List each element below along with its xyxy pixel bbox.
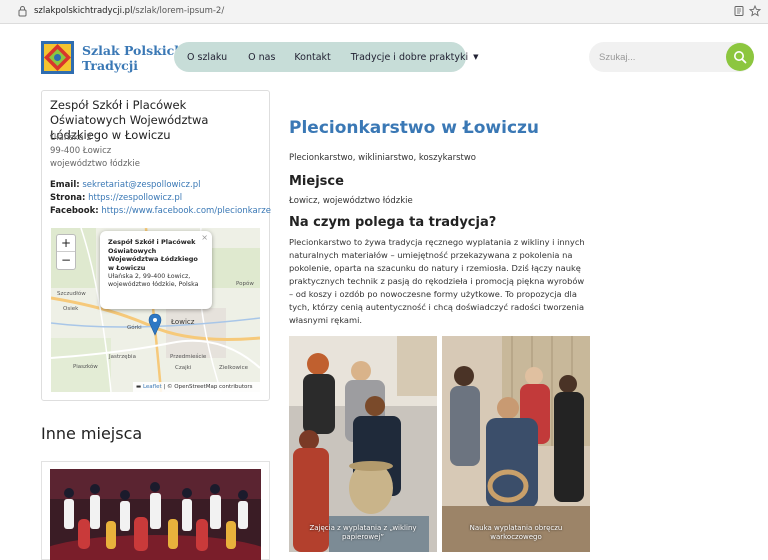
contact-website: Strona: https://zespollowicz.pl	[50, 193, 183, 203]
organization-address: Ułańska 2 99-400 Łowicz województwo łódz…	[50, 133, 140, 169]
website-link[interactable]: https://zespollowicz.pl	[88, 193, 182, 203]
other-place-image[interactable]	[50, 469, 261, 560]
zoom-in-button[interactable]: +	[57, 235, 75, 252]
photo-caption: Nauka wyplatania obręczu warkoczowego	[469, 524, 563, 541]
popup-address: Ułańska 2, 99-400 Łowicz, województwo łó…	[108, 273, 199, 288]
map-label: Łowicz	[170, 318, 195, 326]
popup-title: Zespół Szkół i Placówek Oświatowych Woje…	[108, 238, 198, 272]
map-label: Jastrzębia	[108, 354, 136, 360]
main-navigation: O szlaku O nas Kontakt Tradycje i dobre …	[174, 42, 479, 72]
map-label: Popów	[236, 280, 254, 287]
place-heading: Miejsce	[289, 174, 344, 189]
nav-item-tradycje[interactable]: Tradycje i dobre praktyki ▼	[351, 52, 479, 63]
gallery-photo[interactable]: Zajęcia z wyplatania z „wikliny papierow…	[289, 336, 437, 552]
nav-item-o-szlaku[interactable]: O szlaku	[187, 52, 227, 63]
logo-icon[interactable]	[41, 41, 74, 74]
search-icon	[734, 51, 747, 64]
browser-address-bar: szlakpolskichtradycji.pl/szlak/lorem-ips…	[0, 0, 768, 24]
nav-item-kontakt[interactable]: Kontakt	[294, 52, 330, 63]
about-heading: Na czym polega ta tradycja?	[289, 215, 497, 230]
nav-item-o-nas[interactable]: O nas	[248, 52, 275, 63]
osm-attribution: © OpenStreetMap contributors	[167, 384, 253, 390]
map-popup: × Zespół Szkół i Placówek Oświatowych Wo…	[100, 231, 212, 309]
map-label: Piaszków	[73, 363, 98, 370]
map-zoom-control: + −	[56, 234, 76, 270]
caret-down-icon: ▼	[473, 53, 479, 61]
place-text: Łowicz, województwo łódzkie	[289, 196, 413, 206]
map-label: Osiek	[63, 306, 79, 312]
map-label: Czajki	[175, 365, 192, 371]
map-label: Górki	[127, 324, 142, 331]
url-field[interactable]: szlakpolskichtradycji.pl/szlak/lorem-ips…	[34, 6, 224, 16]
map-label: Przedmieście	[170, 353, 207, 360]
map-label: Zielkowice	[219, 365, 249, 371]
map-label: Szczudłów	[57, 290, 86, 297]
gallery-photo[interactable]: Nauka wyplatania obręczu warkoczowego	[442, 336, 590, 552]
page-title: Plecionkarstwo w Łowiczu	[289, 118, 540, 138]
search-button[interactable]	[726, 43, 754, 71]
zoom-out-button[interactable]: −	[57, 252, 75, 269]
other-places-heading: Inne miejsca	[41, 424, 143, 443]
photo-caption: Zajęcia z wyplatania z „wikliny papierow…	[309, 524, 417, 541]
tradition-description: Plecionkarstwo to żywa tradycja ręcznego…	[289, 237, 585, 325]
search-input[interactable]	[599, 49, 719, 65]
email-link[interactable]: sekretariat@zespollowicz.pl	[82, 180, 200, 190]
lock-icon	[18, 6, 27, 17]
popup-close-icon[interactable]: ×	[201, 233, 208, 242]
facebook-link[interactable]: https://www.facebook.com/plecionkarze	[101, 206, 271, 216]
site-logo-text[interactable]: Szlak Polskich Tradycji	[82, 43, 183, 73]
map-attribution: ▬ Leaflet | © OpenStreetMap contributors	[133, 382, 260, 392]
contact-email: Email: sekretariat@zespollowicz.pl	[50, 180, 201, 190]
leaflet-link[interactable]: Leaflet	[143, 384, 162, 390]
flag-icon: ▬	[136, 384, 142, 390]
tradition-tags: Plecionkarstwo, wikliniarstwo, koszykars…	[289, 153, 476, 163]
contact-facebook: Facebook: https://www.facebook.com/pleci…	[50, 206, 271, 216]
bookmark-star-icon[interactable]	[749, 5, 761, 17]
reader-view-icon[interactable]	[733, 5, 745, 17]
